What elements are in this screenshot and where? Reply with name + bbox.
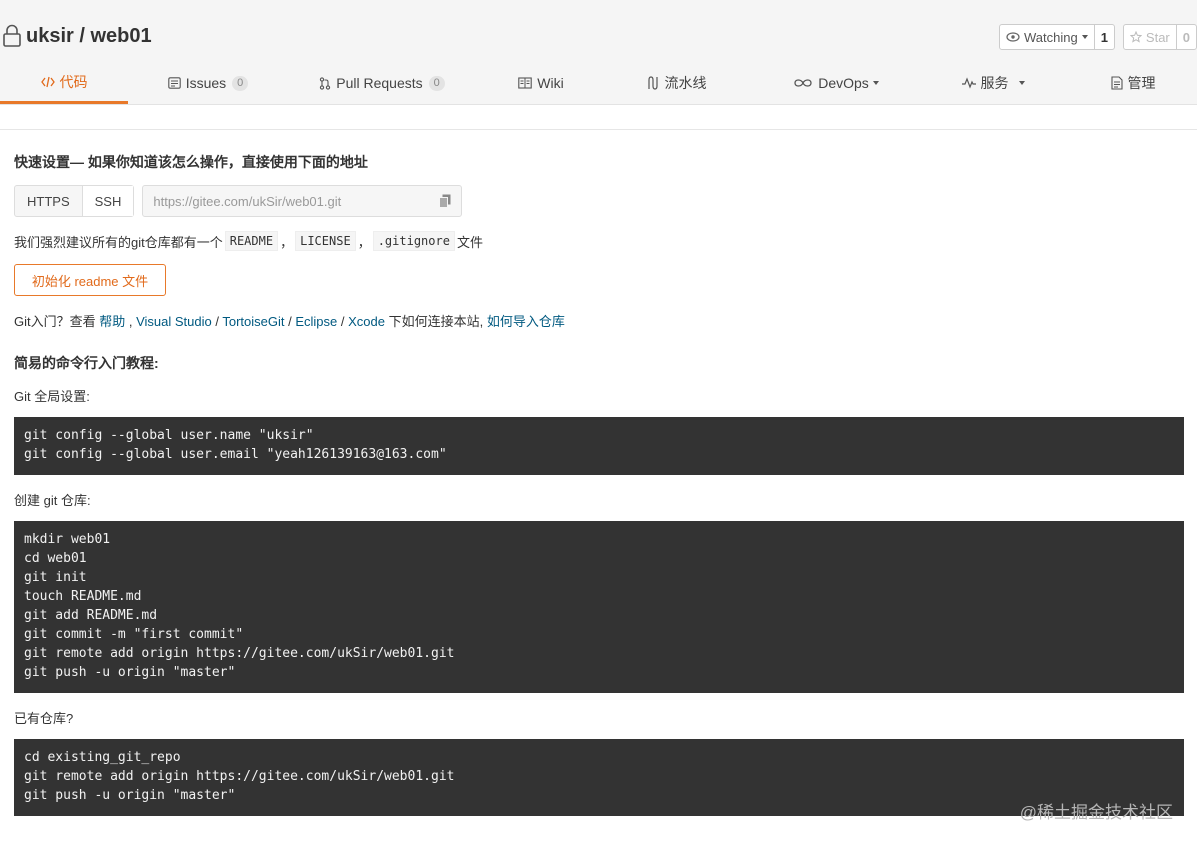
repo-owner-name-link[interactable]: uksir / web01 [26,25,152,48]
recommend-text: 我们强烈建议所有的git仓库都有一个 README ， LICENSE ， .g… [14,231,483,251]
create-repo-code-block: mkdir web01 cd web01 git init touch READ… [14,521,1184,693]
star-icon [1129,31,1142,43]
recommend-suffix: 文件 [456,234,483,250]
license-code: LICENSE [295,231,356,251]
tab-manage-label: 管理 [1127,75,1156,91]
global-settings-code-block: git config --global user.name "uksir" gi… [14,417,1184,475]
clone-url-text: https://gitee.com/ukSir/web01.git [153,193,342,209]
help-link[interactable]: 帮助 [99,314,125,329]
star-button[interactable]: Star 0 [1122,24,1197,50]
tab-pipeline[interactable]: 流水线 [633,62,719,104]
help-sep-1: , [125,314,137,329]
quick-setup-title: 快速设置— 如果你知道该怎么操作，直接使用下面的地址 [14,154,368,170]
clone-url-input[interactable]: https://gitee.com/ukSir/web01.git [142,185,463,217]
gitignore-code: .gitignore [372,231,455,251]
tutorial-title: 简易的命令行入门教程: [14,355,159,371]
help-sep-3: / [284,314,296,329]
help-prefix: Git入门？查看 [14,314,100,329]
git-help-line: Git入门？查看 帮助 , Visual Studio / TortoiseGi… [14,311,565,330]
lock-icon [3,24,21,47]
tab-manage[interactable]: 管理 [1096,62,1170,104]
visual-studio-link[interactable]: Visual Studio [136,314,212,329]
eye-icon [1006,32,1020,42]
clone-url-box: HTTPS SSH https://gitee.com/ukSir/web01.… [14,185,463,217]
init-readme-button[interactable]: 初始化 readme 文件 [14,264,166,296]
pull-requests-count-badge: 0 [428,75,445,91]
existing-repo-code-block: cd existing_git_repo git remote add orig… [14,739,1184,816]
ssh-button[interactable]: SSH [82,186,134,216]
global-settings-label: Git 全局设置: [14,389,90,404]
tab-wiki[interactable]: Wiki [505,62,577,104]
issues-count-badge: 0 [232,75,249,91]
recommend-sep-2: ， [357,234,371,250]
help-mid: 下如何连接本站, [384,314,487,329]
watch-button[interactable]: Watching 1 [998,24,1115,50]
tab-devops-label: DevOps [818,75,869,91]
recommend-prefix: 我们强烈建议所有的git仓库都有一个 [14,234,223,250]
repo-title: uksir / web01 [2,24,152,48]
watermark: @稀土掘金技术社区 [1019,803,1173,822]
help-sep-2: / [211,314,223,329]
tortoisegit-link[interactable]: TortoiseGit [222,314,284,329]
infinity-icon [794,79,812,87]
eclipse-link[interactable]: Eclipse [295,314,337,329]
pulse-icon [961,77,976,89]
https-button[interactable]: HTTPS [15,186,83,216]
main-content: 快速设置— 如果你知道该怎么操作，直接使用下面的地址 HTTPS SSH htt… [0,129,1197,845]
watch-label: Watching [1023,29,1078,45]
star-count[interactable]: 0 [1177,25,1196,49]
import-repo-link[interactable]: 如何导入仓库 [487,314,565,329]
tab-services-label: 服务 [980,75,1009,91]
tab-pipeline-label: 流水线 [664,75,707,91]
issues-icon [167,77,181,89]
create-repo-label: 创建 git 仓库: [14,493,91,508]
watch-count[interactable]: 1 [1095,25,1114,49]
tab-code[interactable]: 代码 [0,62,128,104]
code-icon [40,76,55,87]
xcode-link[interactable]: Xcode [348,314,385,329]
readme-code: README [224,231,279,251]
chevron-down-icon [1081,35,1088,39]
tab-devops[interactable]: DevOps [780,62,892,104]
protocol-switch: HTTPS SSH [14,185,135,217]
tab-issues[interactable]: Issues 0 [160,62,256,104]
chevron-down-icon [1018,81,1025,85]
document-icon [1110,76,1123,90]
help-sep-4: / [337,314,349,329]
repo-actions: Watching 1 Star 0 [991,24,1197,50]
repo-tabs: 代码 Issues 0 Pull Requests 0 Wiki 流水线 Dev… [0,62,1197,104]
tab-services[interactable]: 服务 [950,62,1036,104]
tab-wiki-label: Wiki [537,75,564,91]
tab-pull-requests-label: Pull Requests [336,75,423,91]
book-icon [518,77,533,89]
pull-request-icon [320,76,331,90]
tab-code-label: 代码 [59,73,88,90]
tab-pull-requests[interactable]: Pull Requests 0 [312,62,452,104]
copy-icon[interactable] [439,194,451,208]
existing-repo-label: 已有仓库? [14,711,74,726]
tab-issues-label: Issues [185,75,227,91]
repo-header: uksir / web01 Watching 1 Star 0 代码 Issue… [0,0,1197,105]
star-label: Star [1145,29,1170,45]
chevron-down-icon [872,81,879,85]
pipeline-icon [647,76,658,90]
recommend-sep-1: ， [280,234,294,250]
